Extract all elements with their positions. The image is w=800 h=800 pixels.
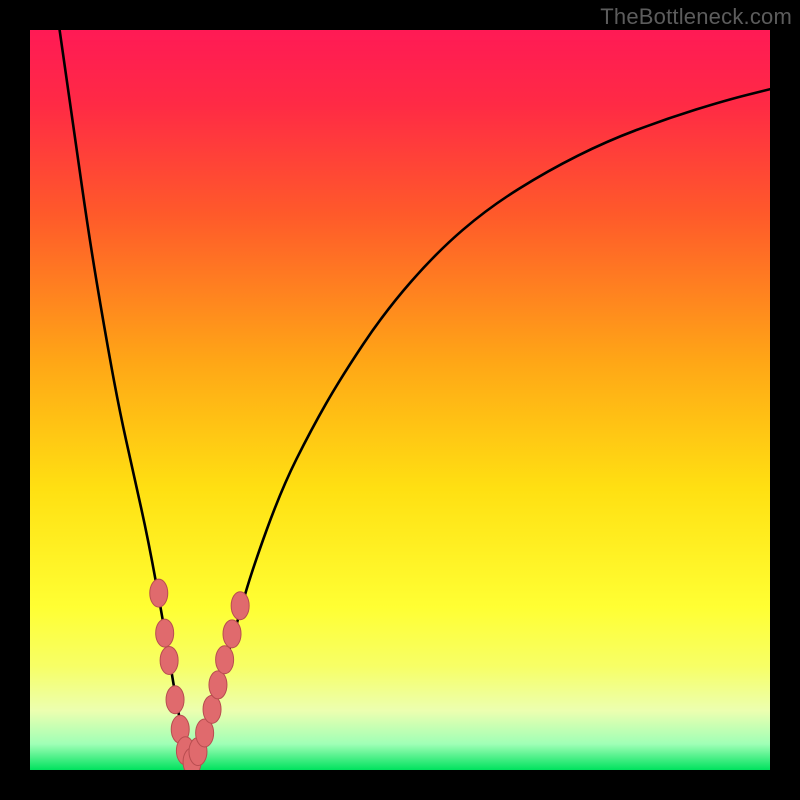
curve-marker — [166, 686, 184, 714]
curve-marker — [203, 695, 221, 723]
gradient-background — [30, 30, 770, 770]
curve-marker — [160, 646, 178, 674]
curve-marker — [231, 592, 249, 620]
curve-marker — [209, 671, 227, 699]
bottleneck-chart — [30, 30, 770, 770]
chart-frame: TheBottleneck.com — [0, 0, 800, 800]
curve-marker — [216, 646, 234, 674]
curve-marker — [223, 620, 241, 648]
curve-marker — [150, 579, 168, 607]
curve-marker — [156, 619, 174, 647]
watermark-text: TheBottleneck.com — [600, 4, 792, 30]
